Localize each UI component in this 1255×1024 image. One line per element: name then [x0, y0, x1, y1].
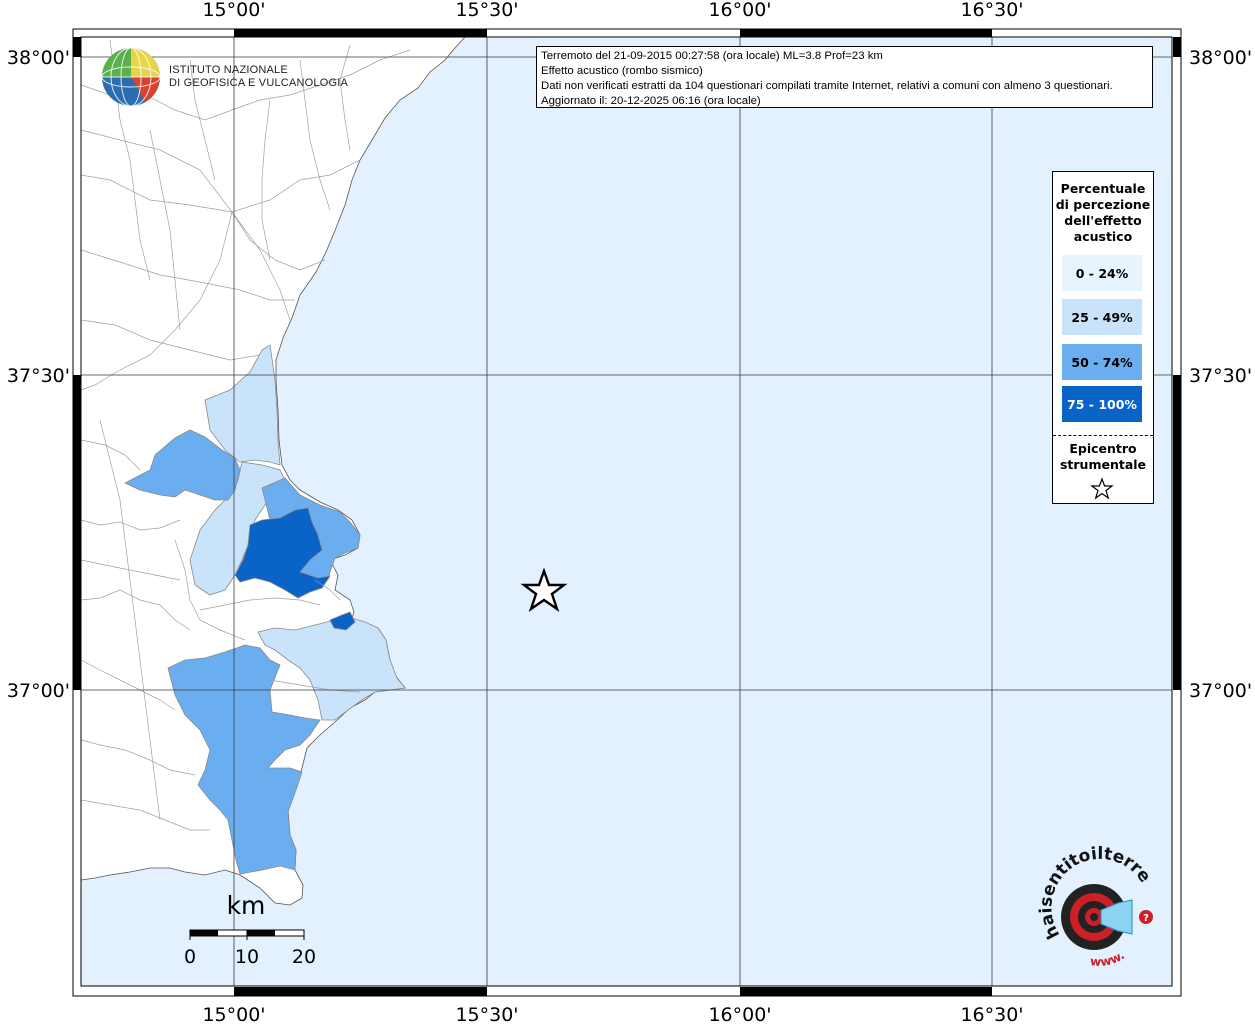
top-label-3: 16°00' [708, 0, 771, 21]
legend-class-25-49[interactable]: 25 - 49% [1062, 299, 1142, 335]
legend-epicenter-line-1: Epicentro [1069, 441, 1137, 456]
svg-text:?: ? [1143, 913, 1149, 924]
scale-unit: km [227, 891, 266, 920]
left-label-1: 38°00' [7, 47, 70, 69]
top-label-4: 16°30' [960, 0, 1023, 21]
scale-tick-10: 10 [235, 946, 259, 968]
legend-title-line-4: acustico [1073, 229, 1133, 244]
legend-title: Percentuale di percezione dell'effetto a… [1053, 181, 1153, 245]
right-label-2: 37°30' [1189, 365, 1252, 387]
legend-epicenter-label: Epicentro strumentale [1053, 441, 1153, 473]
info-line-1: Terremoto del 21-09-2015 00:27:58 (ora l… [541, 50, 883, 62]
ingv-logo-icon [101, 47, 161, 107]
ingv-line-1: ISTITUTO NAZIONALE [169, 64, 288, 76]
top-label-2: 15°30' [455, 0, 518, 21]
bottom-label-1: 15°00' [202, 1004, 265, 1024]
right-label-3: 37°00' [1189, 680, 1252, 702]
bottom-label-3: 16°00' [708, 1004, 771, 1024]
legend-title-line-3: dell'effetto [1064, 213, 1142, 228]
legend-title-line-1: Percentuale [1060, 181, 1146, 196]
scale-tick-0: 0 [184, 946, 196, 968]
legend-class-0-24[interactable]: 0 - 24% [1062, 255, 1142, 291]
legend-separator [1053, 435, 1153, 436]
legend-star-icon [1090, 477, 1114, 500]
left-label-3: 37°00' [7, 680, 70, 702]
ingv-line-2: DI GEOFISICA E VULCANOLOGIA [169, 77, 348, 89]
info-line-3: Dati non verificati estratti da 104 ques… [541, 80, 1113, 92]
map-canvas[interactable]: 15°00' 15°30' 16°00' 16°30' 15°00' 15°30… [0, 0, 1255, 1024]
legend-class-75-100[interactable]: 75 - 100% [1062, 386, 1142, 422]
bottom-label-2: 15°30' [455, 1004, 518, 1024]
map-legend: Percentuale di percezione dell'effetto a… [1052, 171, 1154, 504]
earthquake-info-box: Terremoto del 21-09-2015 00:27:58 (ora l… [536, 46, 1153, 108]
legend-class-50-74[interactable]: 50 - 74% [1062, 344, 1142, 380]
left-label-2: 37°30' [7, 365, 70, 387]
scale-tick-20: 20 [292, 946, 316, 968]
top-label-1: 15°00' [202, 0, 265, 21]
legend-title-line-2: di percezione [1055, 197, 1151, 212]
ingv-logo-text: ISTITUTO NAZIONALE DI GEOFISICA E VULCAN… [169, 64, 348, 90]
right-label-1: 38°00' [1189, 47, 1252, 69]
legend-epicenter-line-2: strumentale [1059, 457, 1147, 472]
bottom-label-4: 16°30' [960, 1004, 1023, 1024]
info-line-4: Aggiornato il: 20-12-2025 06:16 (ora loc… [541, 95, 761, 107]
info-line-2: Effetto acustico (rombo sismico) [541, 65, 703, 77]
